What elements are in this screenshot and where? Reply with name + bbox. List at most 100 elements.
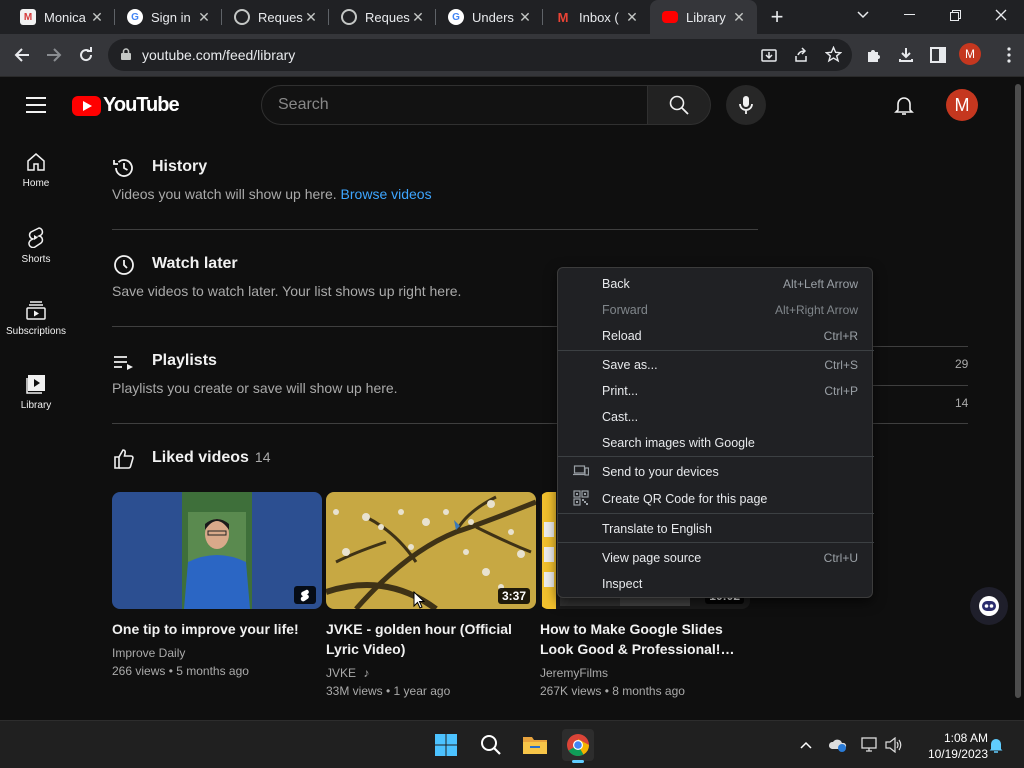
back-button[interactable] [9, 42, 35, 68]
shorts-icon [28, 227, 44, 248]
onedrive-tray-button[interactable] [828, 735, 848, 755]
chevron-up-icon [800, 741, 812, 749]
notifications-button[interactable] [986, 735, 1006, 755]
share-icon[interactable] [793, 47, 809, 63]
video-card[interactable]: 3:37 JVKE - golden hour (Official Lyric … [326, 492, 536, 698]
menu-item-translate[interactable]: Translate to English [558, 515, 874, 541]
browser-tab-active[interactable]: Library ✕ [650, 0, 757, 34]
new-tab-button[interactable]: + [764, 4, 790, 30]
browser-tab-strip: M Monica ✕ G Sign in ✕ Reques ✕ Reques ✕… [0, 0, 1024, 34]
volume-tray-button[interactable] [884, 735, 904, 755]
video-thumbnail[interactable] [112, 492, 322, 609]
close-icon[interactable]: ✕ [731, 9, 747, 25]
reload-button[interactable] [73, 42, 99, 68]
browser-menu-button[interactable] [996, 42, 1022, 68]
qr-code-icon [573, 490, 589, 506]
side-panel-button[interactable] [925, 42, 951, 68]
assistant-floating-button[interactable] [970, 587, 1008, 625]
video-title[interactable]: One tip to improve your life! [112, 619, 322, 639]
close-icon[interactable]: ✕ [410, 9, 426, 25]
video-thumbnail[interactable]: 3:37 [326, 492, 536, 609]
close-icon[interactable]: ✕ [89, 9, 105, 25]
search-input[interactable]: Search [261, 85, 648, 125]
menu-item-cast[interactable]: Cast... [558, 403, 874, 429]
subscriptions-icon [26, 301, 46, 320]
google-icon: G [448, 9, 464, 25]
playlists-title[interactable]: Playlists [152, 352, 217, 370]
search-button[interactable] [647, 85, 711, 125]
bookmark-star-icon[interactable] [825, 46, 842, 63]
menu-item-view-source[interactable]: View page source Ctrl+U [558, 544, 874, 570]
youtube-logo[interactable]: YouTube [72, 94, 180, 117]
downloads-button[interactable] [893, 42, 919, 68]
browser-tab[interactable]: Reques ✕ [329, 0, 436, 34]
guide-item-home[interactable]: Home [0, 134, 72, 208]
notification-bell-icon [989, 739, 1003, 753]
menu-item-qr-code[interactable]: Create QR Code for this page [558, 485, 874, 511]
install-app-icon[interactable] [761, 47, 777, 63]
video-channel[interactable]: JVKE ♪ [326, 666, 536, 680]
network-tray-button[interactable] [860, 735, 880, 755]
video-card[interactable]: One tip to improve your life! Improve Da… [112, 492, 322, 678]
browser-tab[interactable]: M Monica ✕ [8, 0, 115, 34]
menu-item-inspect[interactable]: Inspect [558, 570, 874, 596]
browse-videos-link[interactable]: Browse videos [341, 186, 432, 202]
voice-search-button[interactable] [726, 85, 766, 125]
menu-item-label: Forward [602, 303, 648, 317]
guide-item-subscriptions[interactable]: Subscriptions [0, 282, 72, 356]
liked-videos-title[interactable]: Liked videos 14 [152, 449, 271, 467]
minimize-button[interactable] [886, 0, 932, 30]
start-button[interactable] [430, 729, 462, 761]
close-icon[interactable]: ✕ [624, 9, 640, 25]
guide-menu-button[interactable] [26, 97, 46, 113]
menu-item-search-images[interactable]: Search images with Google [558, 429, 874, 455]
close-icon[interactable]: ✕ [517, 9, 533, 25]
video-title[interactable]: JVKE - golden hour (Official Lyric Video… [326, 619, 536, 659]
show-hidden-icons-button[interactable] [796, 735, 816, 755]
tab-search-button[interactable] [840, 0, 886, 30]
restore-button[interactable] [932, 0, 978, 30]
menu-item-label: Cast... [602, 410, 639, 424]
video-channel[interactable]: JeremyFilms [540, 666, 750, 680]
menu-item-label: Create QR Code for this page [602, 492, 768, 506]
menu-item-save-as[interactable]: Save as... Ctrl+S [558, 351, 874, 377]
browser-tab[interactable]: M Inbox ( ✕ [543, 0, 650, 34]
file-explorer-button[interactable] [519, 729, 551, 761]
browser-profile-avatar[interactable]: M [959, 43, 981, 65]
close-icon[interactable]: ✕ [303, 9, 319, 25]
notifications-bell-icon[interactable] [892, 93, 916, 117]
menu-item-send-to-devices[interactable]: Send to your devices [558, 458, 874, 484]
close-icon[interactable]: ✕ [196, 9, 212, 25]
tab-title: Monica [44, 9, 86, 25]
browser-tab[interactable]: G Sign in ✕ [115, 0, 222, 34]
browser-tab[interactable]: Reques ✕ [222, 0, 329, 34]
menu-item-print[interactable]: Print... Ctrl+P [558, 377, 874, 403]
menu-item-label: Back [602, 277, 630, 291]
extensions-button[interactable] [861, 42, 887, 68]
close-window-button[interactable] [978, 0, 1024, 30]
address-bar[interactable]: youtube.com/feed/library [108, 39, 852, 71]
account-avatar[interactable]: M [946, 89, 978, 121]
chrome-taskbar-button[interactable] [562, 729, 594, 763]
page-scrollbar[interactable] [1012, 78, 1024, 720]
menu-item-back[interactable]: Back Alt+Left Arrow [558, 270, 874, 296]
menu-item-forward[interactable]: Forward Alt+Right Arrow [558, 296, 874, 322]
guide-item-library[interactable]: Library [0, 356, 72, 430]
video-title[interactable]: How to Make Google Slides Look Good & Pr… [540, 619, 750, 659]
history-title[interactable]: History [152, 158, 207, 176]
watch-later-title[interactable]: Watch later [152, 255, 238, 273]
taskbar-clock[interactable]: 1:08 AM 10/19/2023 [912, 730, 988, 762]
browser-tab[interactable]: G Unders ✕ [436, 0, 543, 34]
guide-label: Shorts [21, 254, 51, 265]
monitor-network-icon [861, 737, 877, 752]
taskbar-search-button[interactable] [475, 729, 507, 761]
guide-item-shorts[interactable]: Shorts [0, 208, 72, 282]
clock-time: 1:08 AM [943, 731, 988, 745]
forward-button[interactable] [41, 42, 67, 68]
video-channel[interactable]: Improve Daily [112, 646, 322, 660]
menu-item-reload[interactable]: Reload Ctrl+R [558, 322, 874, 348]
menu-item-label: Reload [602, 329, 642, 343]
windows-logo-icon [435, 734, 457, 756]
tab-title: Sign in [151, 9, 191, 25]
scrollbar-thumb[interactable] [1015, 84, 1021, 698]
